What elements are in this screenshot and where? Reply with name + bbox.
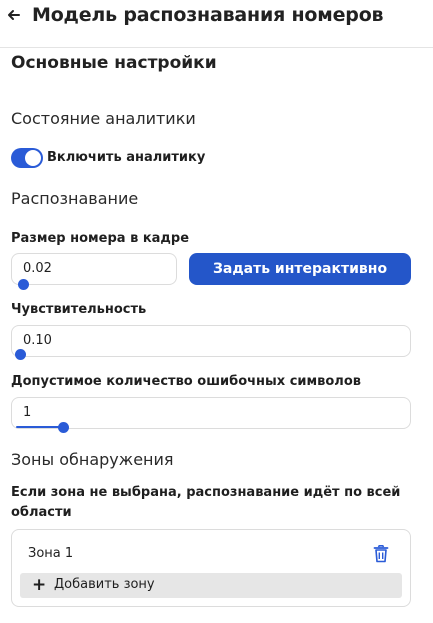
add-zone-button[interactable]: + Добавить зону <box>20 573 402 598</box>
delete-zone-button[interactable] <box>372 544 390 564</box>
plate-size-label: Размер номера в кадре <box>11 231 190 246</box>
plate-size-field[interactable] <box>11 253 177 285</box>
analytics-state-heading: Состояние аналитики <box>11 109 196 128</box>
zones-hint: Если зона не выбрана, распознавание идёт… <box>11 485 401 520</box>
section-title: Основные настройки <box>11 53 217 73</box>
arrow-left-icon <box>8 10 20 20</box>
zone-row[interactable]: Зона 1 <box>12 540 410 568</box>
toggle-knob <box>25 150 41 166</box>
zone-label: Зона 1 <box>28 546 74 561</box>
page-title: Модель распознавания номеров <box>32 4 384 26</box>
recognition-heading: Распознавание <box>11 189 139 208</box>
analytics-toggle[interactable] <box>11 148 43 168</box>
zones-heading: Зоны обнаружения <box>11 450 174 469</box>
analytics-toggle-label: Включить аналитику <box>47 150 206 165</box>
plus-icon: + <box>32 575 47 595</box>
plate-size-slider-thumb[interactable] <box>18 279 29 290</box>
trash-icon <box>373 545 389 563</box>
plate-size-input[interactable] <box>23 261 167 276</box>
error-chars-input[interactable] <box>23 405 401 420</box>
error-chars-slider-track <box>16 426 62 428</box>
sensitivity-field[interactable] <box>11 325 411 357</box>
set-interactive-button[interactable]: Задать интерактивно <box>189 253 411 285</box>
error-chars-slider-thumb[interactable] <box>58 422 69 433</box>
header: Модель распознавания номеров <box>0 0 433 48</box>
add-zone-label: Добавить зону <box>54 577 155 592</box>
error-chars-label: Допустимое количество ошибочных символов <box>11 374 361 389</box>
sensitivity-input[interactable] <box>23 333 401 348</box>
sensitivity-label: Чувствительность <box>11 302 147 317</box>
error-chars-field[interactable] <box>11 397 411 429</box>
back-button[interactable] <box>4 5 24 25</box>
sensitivity-slider-thumb[interactable] <box>15 349 26 360</box>
zones-panel: Зона 1 + Добавить зону <box>11 529 411 607</box>
